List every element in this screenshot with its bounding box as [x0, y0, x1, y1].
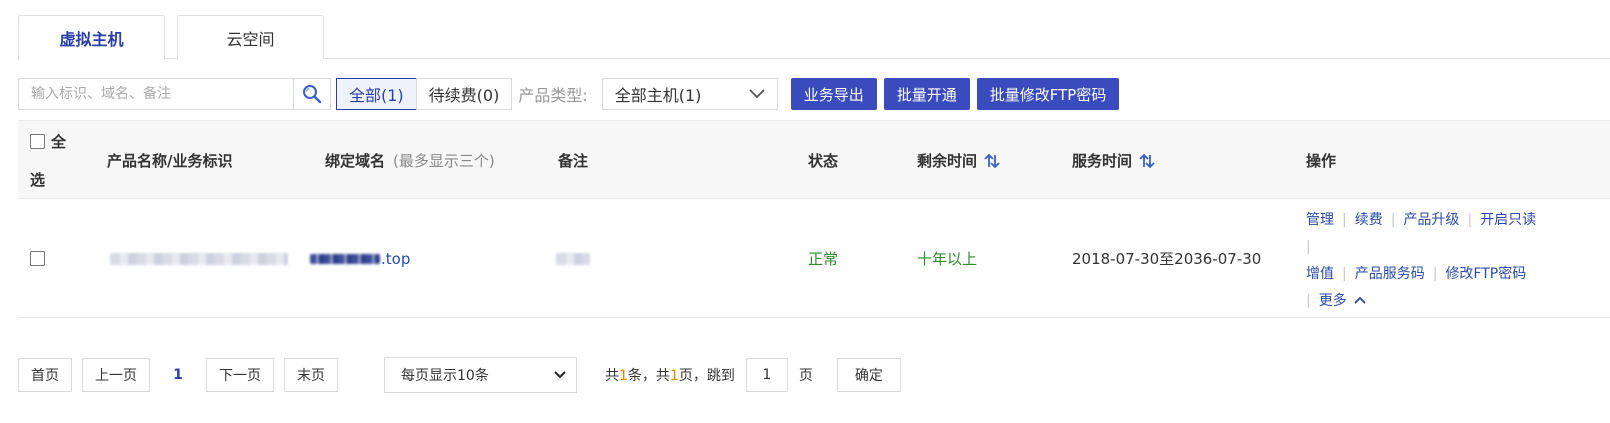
header-domain: 绑定域名 (最多显示三个): [325, 121, 495, 200]
table-row: . top 正常 十年以上 2018-07-30至2036-07-30 管理 | …: [18, 199, 1610, 318]
action-renew[interactable]: 续费: [1355, 207, 1383, 234]
action-manage[interactable]: 管理: [1306, 207, 1334, 234]
product-type-value: 全部主机(1): [614, 86, 702, 105]
actions-line-4: | 更多: [1306, 288, 1576, 315]
service-period: 2018-07-30至2036-07-30: [1072, 250, 1262, 268]
tab-bar: 虚拟主机 云空间: [18, 15, 336, 60]
select-all-label-2: 选: [30, 170, 46, 189]
total-items: 1: [619, 368, 628, 384]
header-service-label: 服务时间: [1072, 152, 1133, 170]
header-remark-label: 备注: [558, 152, 589, 170]
pagination: 首页 上一页 1 下一页 末页 每页显示10条 共1条，共1页，跳到 1 页 确…: [18, 357, 901, 393]
header-service[interactable]: 服务时间: [1072, 121, 1156, 200]
action-value-added[interactable]: 增值: [1306, 261, 1334, 288]
first-page-button[interactable]: 首页: [18, 358, 72, 392]
header-product-label: 产品名称/业务标识: [107, 152, 233, 170]
product-type-select[interactable]: 全部主机(1): [601, 78, 778, 110]
jump-confirm-button[interactable]: 确定: [836, 358, 901, 392]
sort-icon[interactable]: [1138, 152, 1156, 170]
page-info-mid: 条，共: [627, 368, 670, 384]
action-more[interactable]: 更多: [1319, 288, 1366, 315]
remark-cell: [556, 199, 590, 318]
action-separator: |: [1467, 212, 1473, 228]
product-name-cell: [110, 199, 288, 318]
page-unit-label: 页: [798, 368, 813, 384]
header-product: 产品名称/业务标识: [107, 121, 232, 200]
header-actions-label: 操作: [1306, 152, 1337, 170]
table-header: 全 选 产品名称/业务标识 绑定域名 (最多显示三个) 备注 状态 剩余时间 服…: [18, 120, 1610, 199]
last-page-button[interactable]: 末页: [284, 358, 338, 392]
batch-activate-button[interactable]: 批量开通: [883, 78, 970, 110]
next-page-button[interactable]: 下一页: [206, 358, 274, 392]
actions-line-1: 管理 | 续费 | 产品升级 | 开启只读: [1306, 207, 1576, 234]
redacted-remark: [556, 252, 590, 265]
header-status: 状态: [808, 121, 838, 200]
total-pages: 1: [669, 368, 679, 384]
domain-suffix: top: [385, 249, 411, 268]
search-button[interactable]: [293, 78, 331, 110]
select-all-checkbox[interactable]: [30, 134, 45, 149]
remaining-time: 十年以上: [917, 250, 978, 268]
redacted-domain: [310, 253, 380, 264]
header-remaining[interactable]: 剩余时间: [917, 121, 1001, 200]
page-size-value: 每页显示10条: [401, 368, 489, 384]
current-page[interactable]: 1: [160, 367, 196, 383]
header-actions: 操作: [1306, 121, 1336, 200]
page-info-suffix: 页，跳到: [678, 368, 735, 384]
product-table: 全 选 产品名称/业务标识 绑定域名 (最多显示三个) 备注 状态 剩余时间 服…: [18, 120, 1610, 318]
action-separator: |: [1306, 293, 1311, 309]
chevron-down-icon: [749, 89, 765, 99]
page-size-select[interactable]: 每页显示10条: [384, 357, 577, 393]
header-remark: 备注: [558, 121, 588, 200]
action-readonly[interactable]: 开启只读: [1480, 207, 1536, 234]
search-icon: [303, 85, 322, 104]
jump-page-input[interactable]: 1: [745, 358, 788, 392]
row-checkbox[interactable]: [30, 251, 45, 266]
row-actions: 管理 | 续费 | 产品升级 | 开启只读 | 增值 | 产品服务码 | 修改F…: [1306, 207, 1576, 315]
header-remaining-label: 剩余时间: [917, 152, 978, 170]
product-type-label: 产品类型:: [518, 86, 588, 105]
status-badge: 正常: [808, 250, 839, 268]
tab-cloud-space[interactable]: 云空间: [177, 15, 324, 59]
select-all-label: 全: [51, 132, 67, 151]
row-checkbox-cell: [30, 199, 45, 318]
header-status-label: 状态: [808, 152, 839, 170]
action-separator: |: [1432, 266, 1438, 282]
header-domain-label: 绑定域名: [325, 152, 386, 170]
action-ftp-password[interactable]: 修改FTP密码: [1445, 261, 1526, 288]
export-button[interactable]: 业务导出: [790, 78, 877, 110]
filter-group: 全部(1) 待续费(0): [336, 78, 513, 110]
select-all-cell: 全 选: [30, 121, 90, 200]
search-box: [18, 78, 293, 110]
redacted-product-name: [110, 252, 288, 265]
action-more-label: 更多: [1318, 293, 1347, 309]
search-input[interactable]: [31, 86, 293, 102]
chevron-up-icon: [1354, 296, 1366, 304]
batch-ftp-password-button[interactable]: 批量修改FTP密码: [976, 78, 1120, 110]
filter-all[interactable]: 全部(1): [336, 78, 417, 110]
prev-page-button[interactable]: 上一页: [82, 358, 150, 392]
action-separator: |: [1306, 239, 1311, 255]
page-info-prefix: 共: [605, 368, 619, 384]
chevron-down-icon: [554, 371, 566, 379]
action-upgrade[interactable]: 产品升级: [1403, 207, 1459, 234]
actions-line-2: |: [1306, 234, 1576, 261]
action-separator: |: [1342, 266, 1347, 282]
sort-icon[interactable]: [983, 152, 1001, 170]
page-info: 共1条，共1页，跳到: [605, 365, 735, 385]
domain-link[interactable]: . top: [310, 250, 410, 268]
actions-line-3: 增值 | 产品服务码 | 修改FTP密码: [1306, 261, 1576, 288]
action-separator: |: [1390, 212, 1396, 228]
toolbar: 全部(1) 待续费(0) 产品类型: 全部主机(1) 业务导出 批量开通 批量修…: [18, 78, 1120, 110]
action-separator: |: [1342, 212, 1347, 228]
domain-cell: . top: [310, 199, 410, 318]
header-domain-note: (最多显示三个): [393, 152, 495, 170]
filter-pending-renewal[interactable]: 待续费(0): [415, 78, 513, 110]
action-service-code[interactable]: 产品服务码: [1355, 261, 1425, 288]
tab-virtual-host[interactable]: 虚拟主机: [18, 15, 165, 60]
